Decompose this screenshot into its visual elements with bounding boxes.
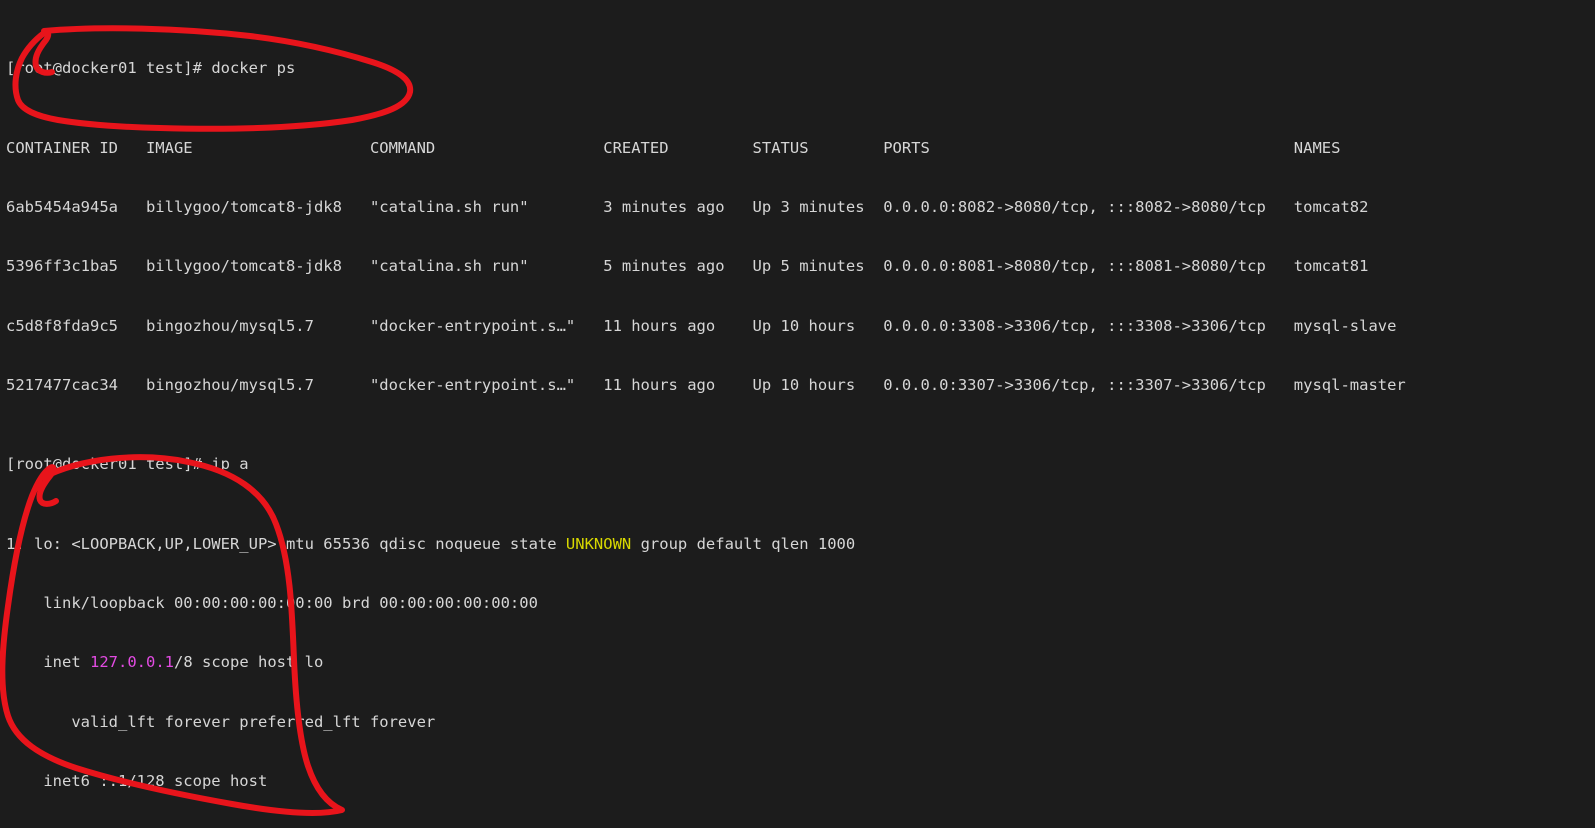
- terminal-window[interactable]: [root@docker01 test]# docker ps CONTAINE…: [0, 0, 1595, 828]
- interface-header-text: 1: lo: <LOOPBACK,UP,LOWER_UP> mtu 65536 …: [6, 534, 566, 553]
- inet-label: inet: [6, 653, 90, 672]
- command-ip-a: ip a: [211, 455, 249, 474]
- docker-ps-header-row: CONTAINER ID IMAGE COMMAND CREATED STATU…: [6, 138, 1341, 157]
- interface-lft-lo-v4: valid_lft forever preferred_lft forever: [6, 712, 436, 731]
- inet-tail: /8 scope host lo: [174, 653, 324, 672]
- terminal-screen: [root@docker01 test]# docker ps CONTAINE…: [6, 0, 1406, 828]
- table-row: c5d8f8fda9c5 bingozhou/mysql5.7 "docker-…: [6, 316, 1397, 335]
- terminal-line-prompt-docker-ps: [root@docker01 test]# docker ps: [6, 59, 1406, 79]
- table-row: 5396ff3c1ba5 billygoo/tomcat8-jdk8 "cata…: [6, 257, 1369, 276]
- interface-header-lo: 1: lo: <LOOPBACK,UP,LOWER_UP> mtu 65536 …: [6, 535, 1406, 555]
- command-docker-ps: docker ps: [211, 59, 296, 78]
- table-row: 5217477cac34 bingozhou/mysql5.7 "docker-…: [6, 376, 1406, 395]
- interface-inet-lo: inet 127.0.0.1/8 scope host lo: [6, 653, 1406, 673]
- ipv4-address: 127.0.0.1: [90, 653, 174, 672]
- interface-header-tail: group default qlen 1000: [631, 534, 856, 553]
- interface-inet6-lo: inet6 ::1/128 scope host: [6, 772, 268, 791]
- terminal-line-prompt-ip-a: [root@docker01 test]# ip a: [6, 455, 1406, 475]
- interface-state-unknown: UNKNOWN: [565, 534, 632, 553]
- shell-prompt: [root@docker01 test]#: [6, 59, 212, 78]
- table-row: 6ab5454a945a billygoo/tomcat8-jdk8 "cata…: [6, 197, 1369, 216]
- interface-link-lo: link/loopback 00:00:00:00:00:00 brd 00:0…: [6, 593, 538, 612]
- shell-prompt: [root@docker01 test]#: [6, 455, 212, 474]
